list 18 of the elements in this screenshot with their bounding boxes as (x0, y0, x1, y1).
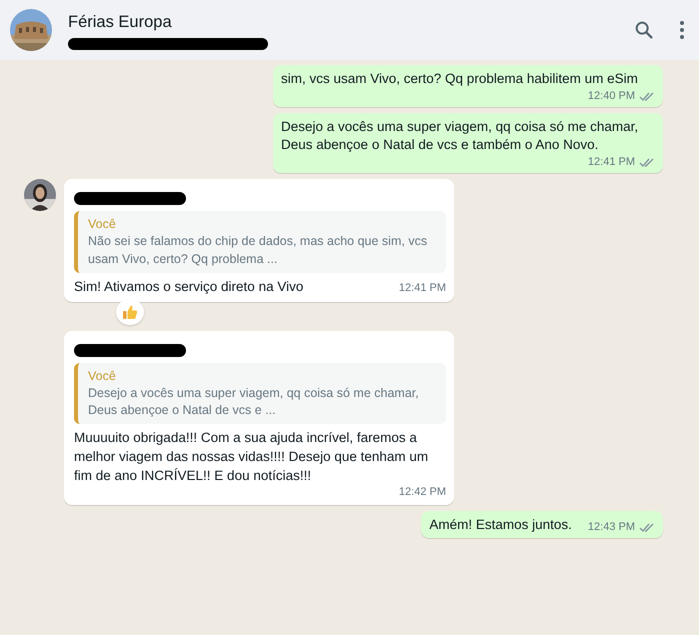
message-text: Amém! Estamos juntos. (429, 516, 572, 534)
message-text: Desejo a vocês uma super viagem, qq coisa só me chamar, Deus abençoe o Natal de vcs e também o Ano Novo. (281, 118, 640, 154)
message-text: Sim! Ativamos o serviço direto na Vivo (74, 278, 304, 296)
message-time: 12:42 PM (398, 485, 446, 500)
more-icon (679, 18, 685, 41)
message-time: 12:40 PM (588, 88, 635, 104)
group-title: Férias Europa (68, 12, 173, 33)
search-icon (633, 18, 655, 41)
quote-text: Não sei se falamos do chip de dados, mas acho que sim, vcs usam Vivo, certo? Qq problema ... (88, 233, 428, 268)
thumbs-up-icon (122, 304, 138, 320)
message-time: 12:41 PM (588, 155, 635, 170)
message-time: 12:43 PM (588, 520, 635, 535)
message-text: Muuuuito obrigada!!! Com a sua ajuda incrível, faremos a melhor viagem das nossas vidas!!!! Desejo que tenham um fim de ano INCRÍVEL!! E dou notícias!!! (74, 429, 430, 485)
quote-author: Você (88, 368, 117, 385)
message-time: 12:41 PM (398, 281, 446, 296)
message-text: sim, vcs usam Vivo, certo? Qq problema habilitem um eSim (281, 70, 638, 88)
quote-text: Desejo a vocês uma super viagem, qq coisa só me chamar, Deus abençoe o Natal de vcs e ... (88, 384, 420, 420)
quote-author: Você (88, 216, 117, 234)
